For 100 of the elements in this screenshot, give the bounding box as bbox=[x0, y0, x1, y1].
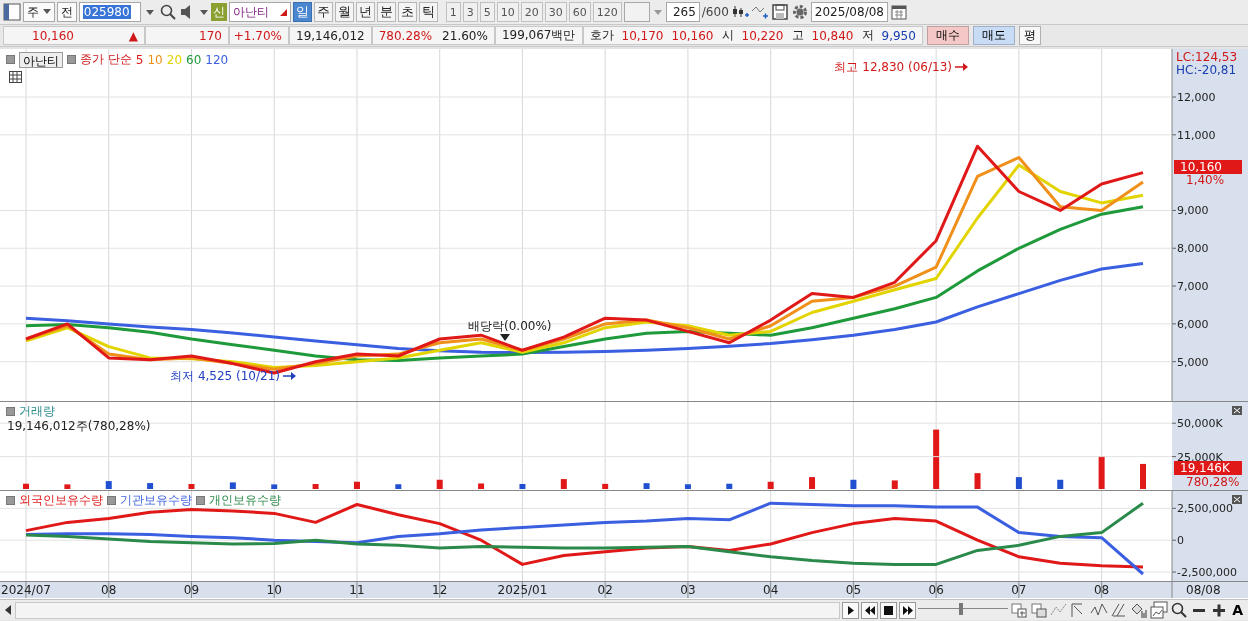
series-label: 개인보유수량 bbox=[209, 492, 281, 509]
interval-button[interactable]: 60 bbox=[568, 2, 591, 22]
date-label: 11 bbox=[349, 583, 365, 597]
low-label: 저 bbox=[861, 27, 874, 44]
indicator-label: 종가 단순 bbox=[80, 51, 132, 68]
handle-icon[interactable] bbox=[6, 407, 15, 416]
axis-label: -2,500,000 bbox=[1177, 566, 1237, 580]
period-tab[interactable]: 틱 bbox=[418, 2, 438, 22]
volume-bar bbox=[1140, 463, 1146, 489]
date-label: 02 bbox=[597, 583, 613, 597]
evaluate-button[interactable]: 평 bbox=[1018, 26, 1041, 45]
axis-label: 8,000 bbox=[1177, 242, 1209, 256]
volume-chart-icon[interactable] bbox=[1130, 601, 1149, 619]
date-label: 06 bbox=[928, 583, 944, 597]
annotation-label: 최고 12,830 (06/13) bbox=[834, 60, 952, 74]
period-tab[interactable]: 일 bbox=[292, 2, 312, 22]
arrow-icon bbox=[282, 372, 296, 380]
sell-button[interactable]: 매도 bbox=[972, 26, 1015, 45]
volume-bar bbox=[64, 484, 71, 489]
date-label: 04 bbox=[763, 583, 779, 597]
period-tab[interactable]: 년 bbox=[355, 2, 375, 22]
chart-window-icon[interactable] bbox=[1150, 601, 1169, 619]
period-tab[interactable]: 초 bbox=[397, 2, 417, 22]
interval-button[interactable]: 5 bbox=[479, 2, 495, 22]
volume-bar bbox=[1057, 479, 1064, 489]
volume-bar bbox=[436, 479, 443, 489]
close-icon[interactable] bbox=[1232, 406, 1242, 415]
handle-icon[interactable] bbox=[6, 496, 15, 505]
speed-slider[interactable] bbox=[918, 602, 1009, 618]
bid-price: 10,160 bbox=[671, 28, 714, 43]
font-button[interactable]: A bbox=[1230, 602, 1245, 618]
table-icon[interactable] bbox=[9, 71, 22, 83]
save-icon[interactable] bbox=[770, 3, 789, 21]
volume-bar bbox=[891, 480, 898, 489]
count-field[interactable]: 265 bbox=[665, 2, 700, 22]
volume-bar bbox=[312, 484, 319, 489]
count-max: /600 bbox=[701, 5, 729, 19]
date-label: 08 bbox=[101, 583, 117, 597]
period-label: 60 bbox=[186, 52, 202, 67]
series-label: 기관보유수량 bbox=[120, 492, 192, 509]
scrollbar[interactable] bbox=[15, 601, 841, 619]
handle-icon[interactable] bbox=[107, 496, 116, 505]
stock-button[interactable]: 아난티 bbox=[19, 51, 63, 68]
axis-label: 25,000K bbox=[1177, 450, 1223, 464]
play-button[interactable] bbox=[842, 601, 860, 619]
rewind-icon bbox=[864, 605, 875, 615]
volume-bar bbox=[933, 429, 940, 489]
code-field[interactable]: 025980 bbox=[78, 2, 141, 22]
volume-bar bbox=[147, 483, 154, 489]
volume-bar bbox=[105, 481, 112, 489]
market-dropdown[interactable]: 주 bbox=[23, 2, 55, 22]
date-label: 2025/01 bbox=[497, 583, 548, 597]
overlap-icon[interactable] bbox=[1030, 601, 1049, 619]
quote-label: 호가 bbox=[589, 27, 614, 44]
period-tab[interactable]: 주 bbox=[313, 2, 333, 22]
calendar-icon[interactable] bbox=[889, 3, 908, 21]
trade-volume: 19,146,012 bbox=[296, 28, 365, 43]
interval-button[interactable]: 1 bbox=[445, 2, 461, 22]
caret-icon bbox=[42, 9, 51, 15]
interval-button[interactable]: 20 bbox=[520, 2, 543, 22]
interval-button[interactable]: 30 bbox=[544, 2, 567, 22]
rewind-button[interactable] bbox=[861, 601, 879, 619]
close-icon[interactable] bbox=[1232, 495, 1242, 504]
handle-icon[interactable] bbox=[67, 55, 76, 64]
fast-forward-button[interactable] bbox=[899, 601, 917, 619]
period-label: 20 bbox=[166, 52, 183, 67]
buy-button[interactable]: 매수 bbox=[926, 26, 969, 45]
stop-button[interactable] bbox=[880, 601, 898, 619]
date-field[interactable]: 2025/08/08 bbox=[810, 2, 888, 22]
scroll-left-icon[interactable] bbox=[3, 604, 13, 616]
volume-percent: 780,28% bbox=[1186, 475, 1240, 489]
interval-button[interactable]: 10 bbox=[496, 2, 519, 22]
hc-value: HC:-20,81 bbox=[1176, 63, 1237, 77]
grid-zoom-icon[interactable] bbox=[1010, 601, 1029, 619]
axis-label: 12,000 bbox=[1177, 91, 1216, 104]
fast-forward-icon bbox=[902, 605, 913, 615]
search-icon[interactable] bbox=[1170, 601, 1189, 619]
search-icon[interactable] bbox=[158, 3, 177, 21]
layout-icon[interactable] bbox=[3, 3, 21, 21]
settings-icon[interactable] bbox=[790, 3, 809, 21]
handle-icon[interactable] bbox=[6, 55, 15, 64]
interval-button[interactable]: 3 bbox=[462, 2, 478, 22]
name-field[interactable]: 아난티 bbox=[228, 2, 291, 22]
handle-icon[interactable] bbox=[196, 496, 205, 505]
volume-bar bbox=[1015, 477, 1022, 489]
date-label: 09 bbox=[183, 583, 200, 597]
interval-button[interactable]: 120 bbox=[592, 2, 622, 22]
corner-icon bbox=[279, 8, 287, 16]
period-tab[interactable]: 월 bbox=[334, 2, 354, 22]
volume-bar bbox=[1098, 456, 1105, 489]
date-label: 07 bbox=[1011, 583, 1027, 597]
prev-button[interactable]: 전 bbox=[56, 2, 77, 22]
slider-thumb[interactable] bbox=[958, 603, 963, 615]
period-label: 120 bbox=[205, 52, 229, 67]
open-label: 시 bbox=[721, 27, 734, 44]
volume-percent: 780.28% bbox=[378, 28, 433, 43]
period-tab[interactable]: 분 bbox=[376, 2, 396, 22]
arrow-icon bbox=[954, 63, 968, 71]
date-label: 08 bbox=[1094, 583, 1110, 597]
date-label: 2024/07 bbox=[1, 583, 51, 597]
